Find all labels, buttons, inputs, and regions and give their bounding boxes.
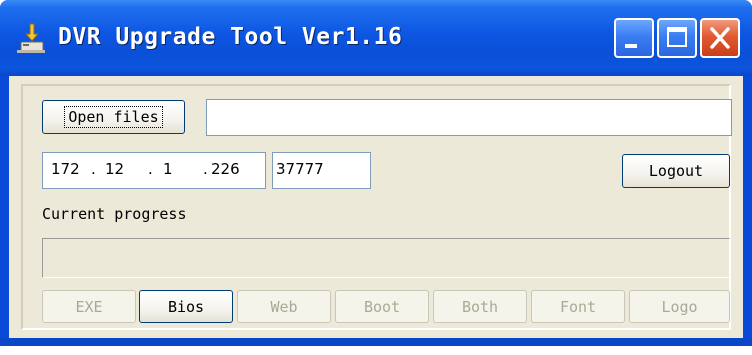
app-icon	[17, 23, 45, 53]
close-button[interactable]	[700, 18, 740, 58]
upgrade-button-label: Font	[559, 297, 597, 316]
minimize-button[interactable]	[614, 18, 654, 58]
current-progress-label: Current progress	[42, 205, 187, 223]
window-title: DVR Upgrade Tool Ver1.16	[58, 24, 403, 50]
ip-dot: .	[148, 160, 153, 178]
open-files-label: Open files	[64, 106, 163, 128]
ip-dot: .	[91, 160, 96, 178]
maximize-button[interactable]	[657, 18, 697, 58]
window-bottom-border	[0, 338, 752, 346]
upgrade-button-label: Boot	[363, 297, 401, 316]
dvr-upgrade-window: DVR Upgrade Tool Ver1.16 Open files 172 …	[0, 0, 752, 346]
ip-octet-2[interactable]: 12	[105, 160, 124, 178]
upgrade-exe-button[interactable]: EXE	[42, 290, 136, 323]
ip-address-input[interactable]: 172 . 12 . 1 . 226	[42, 152, 266, 189]
upgrade-logo-button[interactable]: Logo	[629, 290, 730, 323]
upgrade-bios-button[interactable]: Bios	[139, 290, 233, 323]
logout-button[interactable]: Logout	[622, 154, 730, 188]
upgrade-button-label: Both	[461, 297, 499, 316]
maximize-icon	[667, 27, 687, 47]
upgrade-button-label: EXE	[75, 297, 103, 316]
upgrade-font-button[interactable]: Font	[531, 290, 625, 323]
port-input[interactable]: 37777	[272, 152, 371, 189]
file-path-input[interactable]	[206, 99, 732, 136]
close-icon	[710, 27, 730, 49]
minimize-icon	[625, 44, 637, 48]
open-files-button[interactable]: Open files	[42, 100, 185, 134]
client-area: Open files 172 . 12 . 1 . 226 37777 Logo…	[9, 76, 743, 338]
upgrade-button-label: Logo	[661, 297, 698, 316]
progress-bar	[42, 238, 730, 278]
upgrade-button-label: Bios	[167, 297, 205, 316]
upgrade-web-button[interactable]: Web	[237, 290, 331, 323]
ip-octet-4[interactable]: 226	[211, 160, 240, 178]
ip-dot: .	[203, 160, 208, 178]
title-bar[interactable]: DVR Upgrade Tool Ver1.16	[0, 0, 752, 76]
upgrade-boot-button[interactable]: Boot	[335, 290, 429, 323]
upgrade-both-button[interactable]: Both	[433, 290, 527, 323]
upgrade-button-label: Web	[270, 297, 298, 316]
ip-octet-1[interactable]: 172	[51, 160, 80, 178]
logout-label: Logout	[648, 162, 704, 180]
ip-octet-3[interactable]: 1	[163, 160, 173, 178]
port-value: 37777	[276, 160, 324, 178]
